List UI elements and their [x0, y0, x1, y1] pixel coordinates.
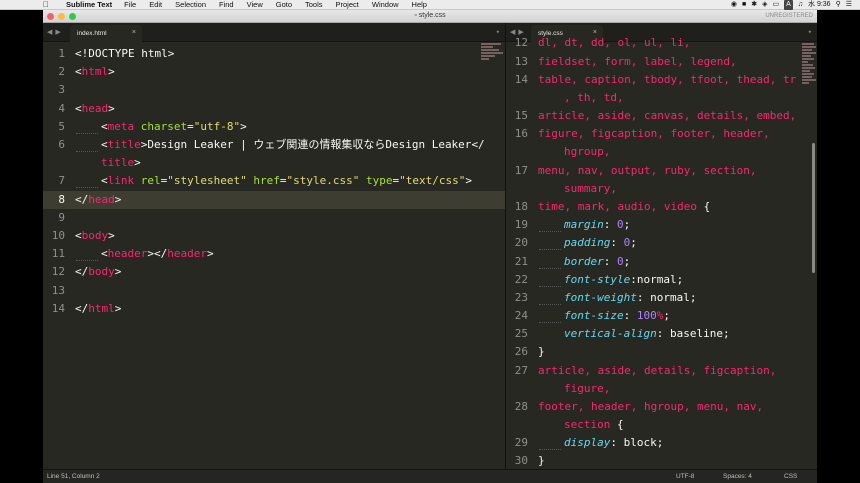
battery-icon[interactable]: ▭ [772, 0, 779, 10]
code-line: summary, [564, 182, 617, 195]
code-line: 6 <title>Design Leaker | ウェブ関連の情報集収ならDesi… [58, 138, 485, 151]
code-line: 3 [58, 83, 65, 97]
code-line: 29 display: block; [514, 436, 664, 449]
menu-window[interactable]: Window [372, 0, 399, 10]
code-line: 27 article, aside, details, figcaption, [514, 364, 777, 377]
apple-menu-icon[interactable]:  [40, 0, 52, 10]
menu-find[interactable]: Find [219, 0, 234, 10]
code-line: 13 [51, 283, 65, 297]
code-line: figure, [564, 382, 611, 395]
close-tab-icon[interactable]: × [132, 29, 136, 36]
code-line: 11 <header></header> [51, 247, 214, 261]
code-line: 21 border: 0; [514, 255, 631, 268]
input-source-icon[interactable]: A [784, 0, 793, 10]
minimap[interactable] [802, 42, 816, 85]
menu-file[interactable]: File [124, 0, 136, 10]
code-line: 14 table, caption, tbody, tfoot, thead, t… [514, 73, 797, 86]
code-line: 12 </body> [51, 265, 122, 279]
tab-dropdown-icon[interactable]: ▾ [496, 28, 500, 36]
code-line: 16 figure, figcaption, footer, header, [514, 127, 770, 140]
code-line: 13 fieldset, form, label, legend, [514, 55, 737, 68]
code-line: 26} [514, 345, 545, 358]
menu-goto[interactable]: Goto [276, 0, 292, 10]
code-line-current: 8 </head> [43, 190, 505, 209]
tab-index-html[interactable]: index.html × [70, 25, 142, 42]
code-line: 1 <!DOCTYPE html> [58, 47, 175, 60]
editor-pane-right[interactable]: ◀▶ style.css × ▾ 12 dl, dt, dd, ol, ul, l… [506, 23, 817, 469]
wifi-icon[interactable]: ◈ [762, 0, 767, 10]
code-line: 10 <body> [51, 229, 115, 242]
code-line: 20 padding: 0; [514, 236, 637, 249]
code-line: 18 time, mark, audio, video { [514, 200, 711, 213]
code-line: 24 font-size: 100%; [514, 309, 670, 322]
bluetooth-icon[interactable]: ✱ [751, 0, 757, 10]
menu-view[interactable]: View [247, 0, 263, 10]
code-line: 7 <link rel="stylesheet" href="style.css"… [58, 174, 472, 188]
code-line: 12 dl, dt, dd, ol, ul, li, [514, 36, 691, 49]
code-line: hgroup, [564, 145, 611, 158]
record-icon[interactable]: ◉ [731, 0, 737, 10]
code-area[interactable]: 12 dl, dt, dd, ol, ul, li, 13 fieldset, fo… [506, 36, 817, 469]
code-line: 22 font-style:normal; [514, 273, 684, 286]
code-line: 5 <meta charset="utf-8"> [58, 119, 247, 133]
app-menu[interactable]: Sublime Text [66, 0, 112, 10]
scrollbar-thumb[interactable] [812, 143, 815, 273]
code-line: 17 menu, nav, output, ruby, section, [514, 164, 757, 177]
indentation-indicator[interactable]: Spaces: 4 [723, 470, 752, 483]
menu-project[interactable]: Project [336, 0, 359, 10]
window-title: ▫ style.css [414, 12, 446, 19]
code-line: 14 </html> [51, 301, 122, 315]
menu-edit[interactable]: Edit [149, 0, 162, 10]
stop-icon[interactable]: ■ [742, 0, 746, 10]
encoding-indicator[interactable]: UTF-8 [676, 470, 694, 483]
syntax-indicator[interactable]: CSS [784, 470, 797, 483]
menu-selection[interactable]: Selection [175, 0, 206, 10]
menu-help[interactable]: Help [412, 0, 427, 10]
clock[interactable]: 水 9:36 [808, 0, 831, 10]
unregistered-label: UNREGISTERED [765, 13, 813, 19]
volume-icon[interactable]: ♫ [798, 0, 803, 10]
code-line: 23 font-weight: normal; [514, 291, 697, 304]
code-line: 30} [514, 454, 545, 467]
code-line: title> [101, 156, 141, 170]
code-line: section { [564, 418, 624, 431]
cursor-position: Line 51, Column 2 [47, 473, 100, 480]
editor-pane-left[interactable]: ◀▶ index.html × ▾ 1 <!DOCTYPE html> 2 <htm… [43, 23, 505, 469]
code-line: 9 [58, 210, 65, 224]
code-line: 25 vertical-align: baseline; [514, 327, 730, 340]
menu-bar:  Sublime Text File Edit Selection Find … [0, 0, 860, 10]
tab-bar: ◀▶ index.html × ▾ [43, 23, 505, 42]
code-line: 19 margin: 0; [514, 218, 631, 231]
code-line: 4 <head> [58, 101, 115, 115]
spotlight-icon[interactable]: ⚲ [836, 0, 841, 10]
status-bar: Line 51, Column 2 UTF-8 Spaces: 4 CSS [43, 469, 817, 483]
code-line: 28 footer, header, hgroup, menu, nav, [514, 400, 764, 413]
notification-center-icon[interactable]: ☰ [846, 0, 852, 10]
tab-nav-arrows-icon[interactable]: ◀▶ [47, 28, 64, 36]
window-titlebar: ▫ style.css UNREGISTERED [43, 10, 817, 23]
minimap[interactable] [481, 42, 503, 61]
code-line: 2 <html> [58, 65, 115, 79]
code-line: , th, td, [564, 91, 624, 104]
menu-tools[interactable]: Tools [305, 0, 323, 10]
code-area[interactable]: 1 <!DOCTYPE html> 2 <html> 3 4 <head> 5 <met… [43, 42, 505, 469]
code-line: 15 article, aside, canvas, details, embed… [514, 109, 797, 122]
